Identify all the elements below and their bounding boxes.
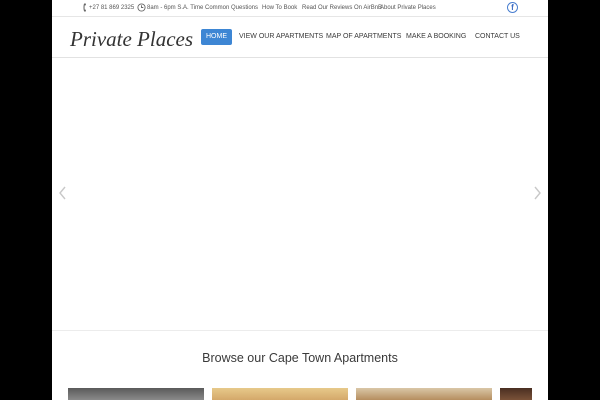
facebook-icon[interactable]: f [507,2,518,13]
nav-home[interactable]: HOME [201,29,232,45]
link-about[interactable]: About Private Places [380,4,436,12]
apartment-thumbnail[interactable] [68,388,204,400]
browse-heading: Browse our Cape Town Apartments [202,351,398,365]
nav-contact-us[interactable]: CONTACT US [470,29,525,45]
link-how-to-book[interactable]: How To Book [262,4,297,12]
chevron-right-icon[interactable] [532,186,542,200]
clock-icon [137,3,146,12]
top-utility-bar: +27 81 869 2325 8am - 6pm S.A. Time Comm… [52,0,548,17]
link-common-questions[interactable]: Common Questions [205,4,258,12]
site-header: Private Places HOME VIEW OUR APARTMENTS … [52,18,548,58]
apartment-thumbnail[interactable] [356,388,492,400]
chevron-left-icon[interactable] [58,186,68,200]
hero-slider [52,59,548,331]
apartment-thumbnail[interactable] [500,388,532,400]
nav-map-apartments[interactable]: MAP OF APARTMENTS [321,29,406,45]
page: +27 81 869 2325 8am - 6pm S.A. Time Comm… [52,0,548,400]
phone-number[interactable]: +27 81 869 2325 [89,4,134,12]
business-hours: 8am - 6pm S.A. Time [147,5,204,11]
nav-make-booking[interactable]: MAKE A BOOKING [401,29,471,45]
site-logo[interactable]: Private Places [70,27,193,51]
nav-view-apartments[interactable]: VIEW OUR APARTMENTS [234,29,328,45]
link-airbnb-reviews[interactable]: Read Our Reviews On AirBnB [302,4,382,12]
apartment-thumbnail[interactable] [212,388,348,400]
